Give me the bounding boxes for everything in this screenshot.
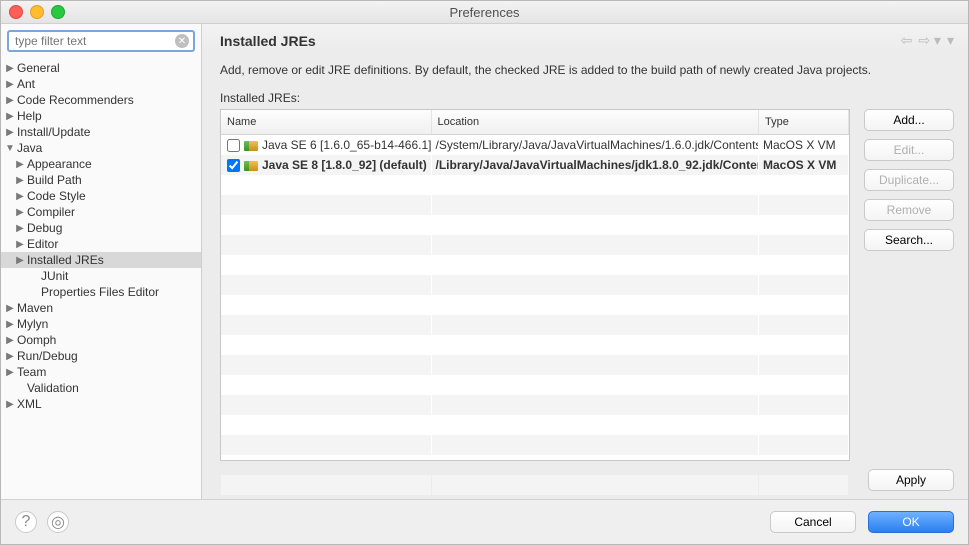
chevron-right-icon: ▶ bbox=[15, 191, 25, 202]
help-icon[interactable]: ? bbox=[15, 511, 37, 533]
chevron-right-icon: ▶ bbox=[5, 95, 15, 106]
table-row bbox=[221, 255, 849, 275]
table-row bbox=[221, 315, 849, 335]
apply-button[interactable]: Apply bbox=[868, 469, 954, 491]
chevron-right-icon: ▶ bbox=[5, 399, 15, 410]
jre-icon bbox=[244, 161, 258, 171]
sidebar: ✕ ▶General ▶Ant ▶Code Recommenders ▶Help… bbox=[1, 24, 202, 499]
tree-item-junit[interactable]: JUnit bbox=[1, 268, 201, 284]
preferences-tree[interactable]: ▶General ▶Ant ▶Code Recommenders ▶Help ▶… bbox=[1, 58, 201, 499]
chevron-right-icon: ▶ bbox=[15, 207, 25, 218]
chevron-right-icon: ▶ bbox=[5, 127, 15, 138]
tree-item-xml[interactable]: ▶XML bbox=[1, 396, 201, 412]
edit-button[interactable]: Edit... bbox=[864, 139, 954, 161]
col-type[interactable]: Type bbox=[759, 110, 849, 135]
table-row bbox=[221, 275, 849, 295]
jre-type: MacOS X VM bbox=[759, 155, 849, 175]
table-row bbox=[221, 395, 849, 415]
tree-item-oomph[interactable]: ▶Oomph bbox=[1, 332, 201, 348]
table-row bbox=[221, 235, 849, 255]
clear-icon[interactable]: ✕ bbox=[175, 34, 189, 48]
tree-item-debug[interactable]: ▶Debug bbox=[1, 220, 201, 236]
jre-name: Java SE 8 [1.8.0_92] (default) bbox=[262, 158, 427, 172]
menu-icon[interactable]: ▾ bbox=[947, 32, 954, 49]
chevron-right-icon: ▶ bbox=[15, 175, 25, 186]
ok-button[interactable]: OK bbox=[868, 511, 954, 533]
duplicate-button[interactable]: Duplicate... bbox=[864, 169, 954, 191]
filter-input[interactable] bbox=[7, 30, 195, 52]
tree-item-maven[interactable]: ▶Maven bbox=[1, 300, 201, 316]
tree-item-java[interactable]: ▼Java bbox=[1, 140, 201, 156]
search-button[interactable]: Search... bbox=[864, 229, 954, 251]
tree-item-editor[interactable]: ▶Editor bbox=[1, 236, 201, 252]
jre-location: /System/Library/Java/JavaVirtualMachines… bbox=[431, 135, 759, 156]
chevron-down-icon: ▼ bbox=[5, 143, 15, 154]
chevron-right-icon: ▶ bbox=[5, 335, 15, 346]
chevron-right-icon: ▶ bbox=[5, 367, 15, 378]
table-row bbox=[221, 175, 849, 195]
col-location[interactable]: Location bbox=[431, 110, 759, 135]
jre-type: MacOS X VM bbox=[759, 135, 849, 156]
tree-item-install[interactable]: ▶Install/Update bbox=[1, 124, 201, 140]
remove-button[interactable]: Remove bbox=[864, 199, 954, 221]
jre-icon bbox=[244, 141, 258, 151]
chevron-right-icon: ▶ bbox=[15, 255, 25, 266]
tree-item-propfiles[interactable]: Properties Files Editor bbox=[1, 284, 201, 300]
tree-item-help[interactable]: ▶Help bbox=[1, 108, 201, 124]
tree-item-general[interactable]: ▶General bbox=[1, 60, 201, 76]
titlebar: Preferences bbox=[1, 1, 968, 24]
chevron-right-icon: ▶ bbox=[5, 351, 15, 362]
cancel-button[interactable]: Cancel bbox=[770, 511, 856, 533]
table-row bbox=[221, 355, 849, 375]
table-row bbox=[221, 375, 849, 395]
table-row[interactable]: Java SE 6 [1.6.0_65-b14-466.1]/System/Li… bbox=[221, 135, 849, 156]
tree-item-rundebug[interactable]: ▶Run/Debug bbox=[1, 348, 201, 364]
footer: ? ◎ Cancel OK bbox=[1, 499, 968, 544]
page-title: Installed JREs bbox=[220, 33, 316, 49]
table-row[interactable]: Java SE 8 [1.8.0_92] (default) /Library/J… bbox=[221, 155, 849, 175]
table-row bbox=[221, 295, 849, 315]
main-panel: Installed JREs ⇦ ⇨ ▾ ▾ Add, remove or ed… bbox=[202, 24, 968, 499]
tree-item-team[interactable]: ▶Team bbox=[1, 364, 201, 380]
tree-item-installedjres[interactable]: ▶Installed JREs bbox=[1, 252, 201, 268]
page-description: Add, remove or edit JRE definitions. By … bbox=[220, 63, 954, 77]
chevron-right-icon: ▶ bbox=[5, 319, 15, 330]
window-title: Preferences bbox=[1, 5, 968, 20]
chevron-right-icon: ▶ bbox=[5, 111, 15, 122]
chevron-right-icon: ▶ bbox=[5, 303, 15, 314]
jre-checkbox[interactable] bbox=[227, 159, 240, 172]
table-row bbox=[221, 195, 849, 215]
table-row bbox=[221, 335, 849, 355]
table-row bbox=[221, 215, 849, 235]
chevron-right-icon: ▶ bbox=[5, 79, 15, 90]
chevron-right-icon: ▶ bbox=[15, 239, 25, 250]
chevron-right-icon: ▶ bbox=[15, 223, 25, 234]
add-button[interactable]: Add... bbox=[864, 109, 954, 131]
tree-item-appearance[interactable]: ▶Appearance bbox=[1, 156, 201, 172]
chevron-right-icon: ▶ bbox=[5, 63, 15, 74]
col-name[interactable]: Name bbox=[221, 110, 431, 135]
table-label: Installed JREs: bbox=[220, 91, 954, 105]
tree-item-codestyle[interactable]: ▶Code Style bbox=[1, 188, 201, 204]
table-row bbox=[221, 415, 849, 435]
forward-icon[interactable]: ⇨ ▾ bbox=[918, 32, 941, 49]
tree-item-compiler[interactable]: ▶Compiler bbox=[1, 204, 201, 220]
import-export-icon[interactable]: ◎ bbox=[47, 511, 69, 533]
tree-item-buildpath[interactable]: ▶Build Path bbox=[1, 172, 201, 188]
jre-name: Java SE 6 [1.6.0_65-b14-466.1] bbox=[262, 138, 431, 152]
jre-table[interactable]: Name Location Type Java SE 6 [1.6.0_65-b… bbox=[220, 109, 850, 461]
back-icon[interactable]: ⇦ bbox=[901, 32, 913, 49]
jre-location: /Library/Java/JavaVirtualMachines/jdk1.8… bbox=[431, 155, 759, 175]
tree-item-ant[interactable]: ▶Ant bbox=[1, 76, 201, 92]
tree-item-mylyn[interactable]: ▶Mylyn bbox=[1, 316, 201, 332]
tree-item-coderec[interactable]: ▶Code Recommenders bbox=[1, 92, 201, 108]
jre-checkbox[interactable] bbox=[227, 139, 240, 152]
tree-item-validation[interactable]: Validation bbox=[1, 380, 201, 396]
table-row bbox=[221, 435, 849, 455]
chevron-right-icon: ▶ bbox=[15, 159, 25, 170]
